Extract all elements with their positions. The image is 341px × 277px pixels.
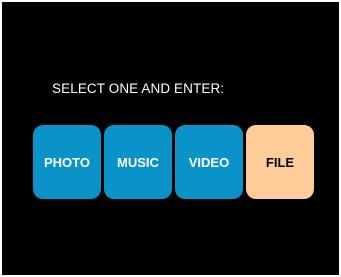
option-row: PHOTO MUSIC VIDEO FILE bbox=[33, 125, 314, 199]
option-video-button[interactable]: VIDEO bbox=[175, 125, 243, 199]
option-music-button[interactable]: MUSIC bbox=[104, 125, 172, 199]
menu-screen: SELECT ONE AND ENTER: PHOTO MUSIC VIDEO … bbox=[2, 2, 339, 275]
option-file-button[interactable]: FILE bbox=[246, 125, 314, 199]
option-photo-button[interactable]: PHOTO bbox=[33, 125, 101, 199]
prompt-text: SELECT ONE AND ENTER: bbox=[52, 81, 225, 96]
